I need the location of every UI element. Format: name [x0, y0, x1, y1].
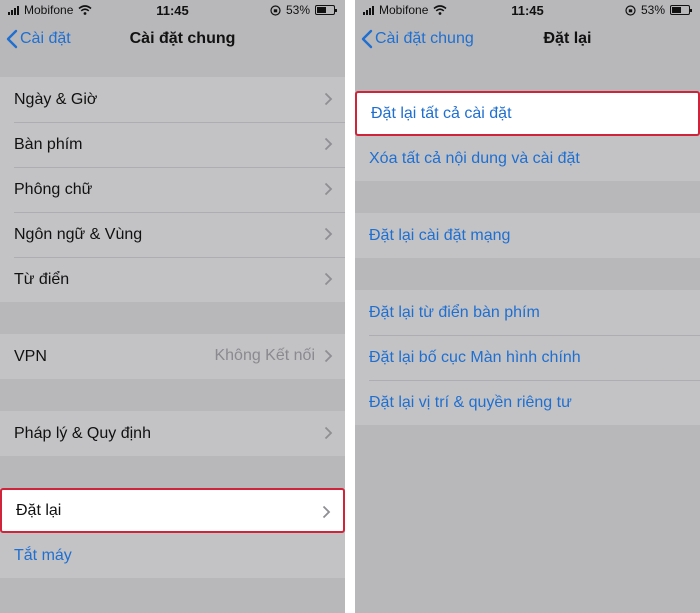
settings-item-label: Bàn phím — [14, 135, 83, 153]
settings-group-vpn: VPN Không Kết nối — [0, 334, 345, 379]
chevron-right-icon — [324, 272, 333, 286]
navigation-bar: Cài đặt Cài đặt chung — [0, 20, 345, 60]
chevron-right-icon — [322, 505, 331, 519]
battery-percent: 53% — [640, 3, 665, 17]
settings-item-label: Từ điển — [14, 270, 70, 288]
settings-group-legal: Pháp lý & Quy định — [0, 411, 345, 456]
settings-item-keyboard[interactable]: Bàn phím — [0, 122, 345, 167]
status-bar: Mobifone 11:45 53% — [0, 0, 345, 20]
reset-option-label: Đặt lại từ điển bàn phím — [369, 303, 540, 321]
chevron-right-icon — [324, 426, 333, 440]
reset-option-label: Đặt lại cài đặt mạng — [369, 226, 511, 244]
settings-item-label: Ngày & Giờ — [14, 90, 98, 108]
navigation-bar: Cài đặt chung Đặt lại — [355, 20, 700, 60]
reset-home-screen-layout-button[interactable]: Đặt lại bố cục Màn hình chính — [355, 335, 700, 380]
page-title: Đặt lại — [543, 30, 592, 47]
battery-percent: 53% — [285, 3, 310, 17]
settings-item-label: Phông chữ — [14, 180, 93, 198]
chevron-right-icon — [324, 92, 333, 106]
settings-item-label: VPN — [14, 347, 47, 365]
reset-group-3: Đặt lại từ điển bàn phím Đặt lại bố cục … — [355, 290, 700, 425]
reset-location-privacy-button[interactable]: Đặt lại vị trí & quyền riêng tư — [355, 380, 700, 425]
shutdown-label: Tắt máy — [14, 546, 72, 564]
rotation-lock-icon — [625, 4, 636, 16]
battery-icon — [670, 5, 692, 15]
reset-option-label: Đặt lại bố cục Màn hình chính — [369, 348, 581, 366]
status-bar: Mobifone 11:45 53% — [355, 0, 700, 20]
reset-group-1: Đặt lại tất cả cài đặt Xóa tất cả nội du… — [355, 91, 700, 181]
chevron-right-icon — [324, 182, 333, 196]
general-settings-screen: Mobifone 11:45 53% Cài đặt Cài đặt chung… — [0, 0, 345, 613]
settings-item-reset[interactable]: Đặt lại — [0, 488, 345, 533]
settings-item-legal[interactable]: Pháp lý & Quy định — [0, 411, 345, 456]
settings-item-dictionary[interactable]: Từ điển — [0, 257, 345, 302]
settings-item-fonts[interactable]: Phông chữ — [0, 167, 345, 212]
settings-group-reset: Đặt lại Tắt máy — [0, 488, 345, 578]
reset-option-label: Đặt lại tất cả cài đặt — [371, 104, 512, 122]
battery-icon — [315, 5, 337, 15]
page-title: Cài đặt chung — [129, 30, 236, 47]
settings-item-date-time[interactable]: Ngày & Giờ — [0, 77, 345, 122]
settings-item-label: Ngôn ngữ & Vùng — [14, 225, 143, 243]
settings-item-vpn[interactable]: VPN Không Kết nối — [0, 334, 345, 379]
reset-group-2: Đặt lại cài đặt mạng — [355, 213, 700, 258]
chevron-right-icon — [324, 349, 333, 363]
erase-all-content-button[interactable]: Xóa tất cả nội dung và cài đặt — [355, 136, 700, 181]
settings-item-label: Pháp lý & Quy định — [14, 424, 151, 442]
chevron-right-icon — [324, 137, 333, 151]
reset-network-settings-button[interactable]: Đặt lại cài đặt mạng — [355, 213, 700, 258]
reset-option-label: Đặt lại vị trí & quyền riêng tư — [369, 393, 572, 411]
shutdown-button[interactable]: Tắt máy — [0, 533, 345, 578]
reset-all-settings-button[interactable]: Đặt lại tất cả cài đặt — [355, 91, 700, 136]
reset-screen: Mobifone 11:45 53% Cài đặt chung Đặt lại… — [355, 0, 700, 613]
reset-option-label: Xóa tất cả nội dung và cài đặt — [369, 149, 580, 167]
settings-group-1: Ngày & Giờ Bàn phím Phông chữ Ngôn ngữ &… — [0, 77, 345, 302]
reset-keyboard-dictionary-button[interactable]: Đặt lại từ điển bàn phím — [355, 290, 700, 335]
settings-item-language-region[interactable]: Ngôn ngữ & Vùng — [0, 212, 345, 257]
vpn-status: Không Kết nối — [214, 347, 315, 364]
settings-item-label: Đặt lại — [16, 501, 62, 519]
chevron-right-icon — [324, 227, 333, 241]
rotation-lock-icon — [270, 4, 281, 16]
